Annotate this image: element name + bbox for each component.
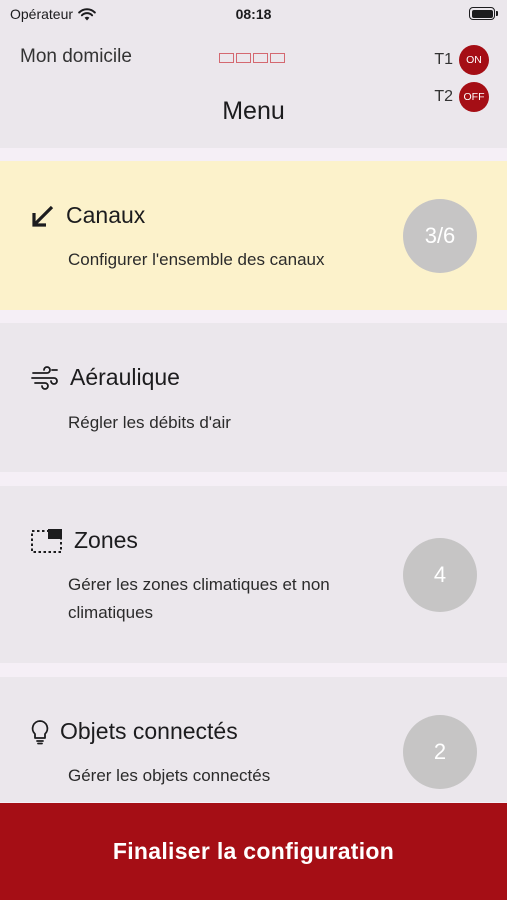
air-flow-icon xyxy=(30,365,60,391)
menu-item-description: Gérer les zones climatiques et non clima… xyxy=(68,575,330,622)
menu-item-zones[interactable]: Zones Gérer les zones climatiques et non… xyxy=(0,486,507,663)
menu-item-header: Objets connectés xyxy=(30,718,238,745)
arrow-down-left-icon xyxy=(30,203,56,229)
menu-item-title: Aéraulique xyxy=(70,364,180,390)
page-title: Menu xyxy=(222,97,285,125)
menu-item-objets-connectes[interactable]: Objets connectés Gérer les objets connec… xyxy=(0,677,507,802)
menu-item-title: Canaux xyxy=(66,202,146,228)
zone-icon xyxy=(30,528,64,554)
progress-badge: 3/6 xyxy=(403,199,477,273)
status-bar: Opérateur 08:18 xyxy=(0,0,507,30)
battery-icon xyxy=(469,7,498,20)
count-badge: 2 xyxy=(403,715,477,789)
thermostat-label: T1 xyxy=(434,51,453,68)
clock: 08:18 xyxy=(235,6,272,22)
count-badge: 4 xyxy=(403,538,477,612)
menu-item-aeraulique[interactable]: Aéraulique Régler les débits d'air xyxy=(0,323,507,472)
indicator-square xyxy=(270,53,285,63)
menu-item-description: Gérer les objets connectés xyxy=(68,766,271,785)
thermostat-state-badge[interactable]: ON xyxy=(459,45,489,75)
home-name[interactable]: Mon domicile xyxy=(20,46,132,68)
menu-item-description: Régler les débits d'air xyxy=(68,413,231,432)
menu-item-description: Configurer l'ensemble des canaux xyxy=(68,250,325,269)
connection-indicator xyxy=(219,53,285,63)
menu-item-canaux[interactable]: Canaux Configurer l'ensemble des canaux … xyxy=(0,161,507,310)
menu-item-title: Zones xyxy=(74,527,138,553)
menu-item-header: Canaux xyxy=(30,202,145,229)
app-screen: Opérateur 08:18 Mon domicile T1 ON T2 OF… xyxy=(0,0,507,900)
indicator-square xyxy=(236,53,251,63)
lightbulb-icon xyxy=(30,719,50,745)
finalize-button[interactable]: Finaliser la configuration xyxy=(0,803,507,900)
menu-item-title: Objets connectés xyxy=(60,718,238,744)
menu-item-header: Zones xyxy=(30,527,138,554)
header: Mon domicile T1 ON T2 OFF Menu xyxy=(0,30,507,148)
indicator-square xyxy=(219,53,234,63)
thermostat-t1[interactable]: T1 ON xyxy=(434,45,489,75)
menu-item-header: Aéraulique xyxy=(30,364,180,391)
indicator-square xyxy=(253,53,268,63)
